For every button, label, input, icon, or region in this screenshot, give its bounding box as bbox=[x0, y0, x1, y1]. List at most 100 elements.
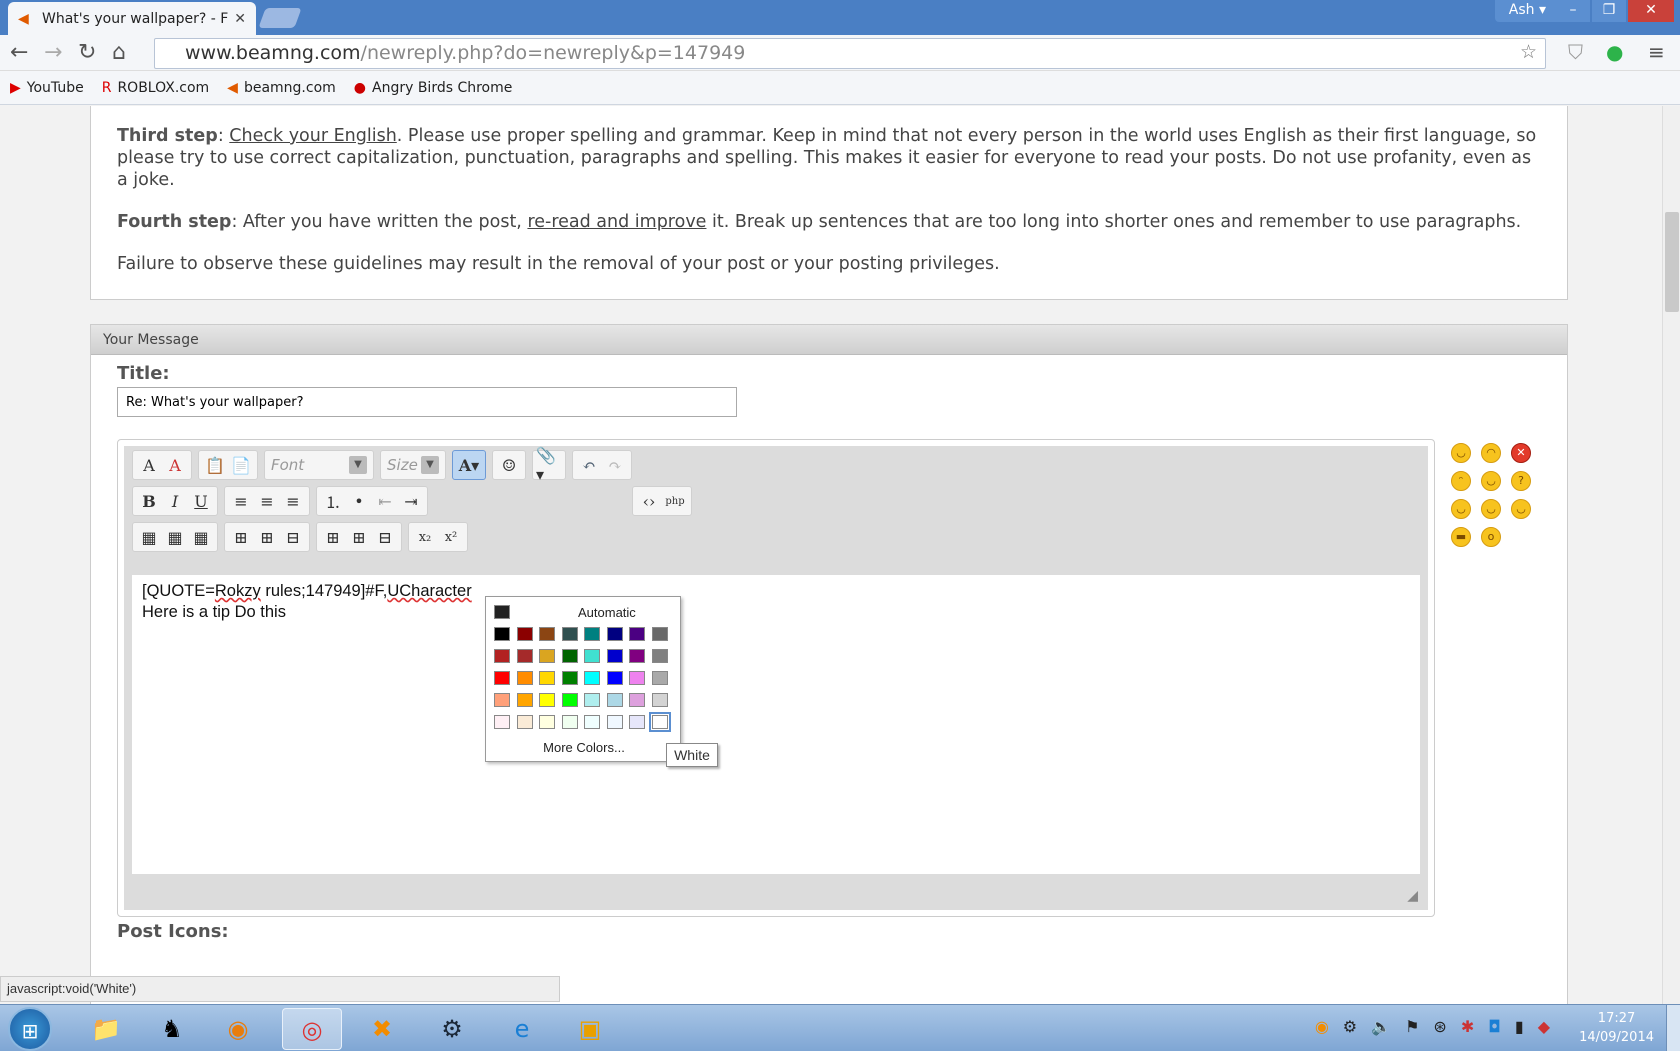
color-swatch[interactable] bbox=[629, 715, 645, 729]
color-swatch[interactable] bbox=[494, 649, 510, 663]
align-center-icon[interactable]: ≡ bbox=[254, 489, 280, 513]
network-app-icon[interactable]: ⊛ bbox=[1433, 1017, 1446, 1036]
undo-icon[interactable]: ↶ bbox=[576, 453, 602, 477]
insert-col-left-icon[interactable]: ⊞ bbox=[228, 525, 254, 549]
grin-icon[interactable]: ◡ bbox=[1481, 499, 1501, 519]
color-swatch[interactable] bbox=[516, 627, 533, 641]
color-swatch[interactable] bbox=[494, 693, 510, 707]
resize-grip-icon[interactable]: ◢ bbox=[1407, 888, 1418, 904]
color-swatch[interactable] bbox=[516, 671, 533, 685]
address-bar[interactable]: www.beamng.com/newreply.php?do=newreply&… bbox=[154, 38, 1546, 69]
red-tray-icon[interactable]: ✱ bbox=[1461, 1017, 1474, 1036]
color-swatch[interactable] bbox=[584, 693, 600, 707]
bookmark-roblox[interactable]: R ROBLOX.com bbox=[102, 80, 209, 96]
color-swatch[interactable] bbox=[651, 693, 668, 707]
steam-tray-icon[interactable]: ⚙ bbox=[1343, 1017, 1357, 1036]
color-swatch[interactable] bbox=[584, 671, 600, 685]
align-left-icon[interactable]: ≡ bbox=[228, 489, 254, 513]
italic-icon[interactable]: I bbox=[162, 489, 188, 513]
insert-row-below-icon[interactable]: ⊞ bbox=[346, 525, 372, 549]
windows-start-icon[interactable]: ⊞ bbox=[8, 1007, 52, 1051]
green-extension-icon[interactable]: ● bbox=[1606, 40, 1623, 64]
color-swatch[interactable] bbox=[539, 693, 555, 707]
color-swatch[interactable] bbox=[539, 649, 555, 663]
text-color-button[interactable]: A▾ bbox=[452, 450, 486, 480]
subscript-icon[interactable]: x₂ bbox=[412, 525, 438, 549]
color-swatch[interactable] bbox=[606, 671, 623, 685]
remove-format-icon[interactable]: A bbox=[136, 453, 162, 477]
menu-icon[interactable]: ≡ bbox=[1648, 40, 1665, 64]
insert-row-above-icon[interactable]: ⊞ bbox=[320, 525, 346, 549]
volume-icon[interactable]: 🔈 bbox=[1371, 1017, 1391, 1036]
font-dropdown[interactable]: Font ▼ bbox=[264, 450, 374, 480]
color-swatch[interactable] bbox=[539, 627, 555, 641]
home-icon[interactable]: ⌂ bbox=[112, 40, 126, 65]
close-tab-icon[interactable]: ✕ bbox=[234, 11, 246, 27]
color-swatch[interactable] bbox=[651, 627, 668, 641]
blender-icon[interactable]: ◉ bbox=[208, 1008, 268, 1050]
security-tray-icon[interactable]: ◆ bbox=[1538, 1017, 1550, 1036]
reread-improve-link[interactable]: re-read and improve bbox=[527, 212, 706, 232]
redo-icon[interactable]: ↷ bbox=[602, 453, 628, 477]
color-swatch[interactable] bbox=[516, 693, 533, 707]
internet-explorer-icon[interactable]: e bbox=[492, 1008, 552, 1050]
eek-icon[interactable]: o bbox=[1481, 527, 1501, 547]
color-swatch[interactable] bbox=[629, 627, 645, 641]
color-swatch[interactable] bbox=[606, 649, 623, 663]
wink-icon[interactable]: ◡ bbox=[1481, 471, 1501, 491]
color-swatch[interactable] bbox=[561, 671, 578, 685]
underline-icon[interactable]: U bbox=[188, 489, 214, 513]
color-swatch[interactable] bbox=[651, 649, 668, 663]
color-swatch[interactable] bbox=[561, 627, 578, 641]
rolleyes-icon[interactable]: ◡ bbox=[1511, 499, 1531, 519]
explorer-icon[interactable]: 📁 bbox=[76, 1008, 136, 1050]
size-dropdown[interactable]: Size ▼ bbox=[380, 450, 446, 480]
confused-icon[interactable]: ? bbox=[1511, 471, 1531, 491]
media-app-icon[interactable]: ▣ bbox=[560, 1008, 620, 1050]
color-swatch[interactable] bbox=[629, 649, 645, 663]
forward-icon[interactable]: → bbox=[44, 40, 62, 65]
color-swatch[interactable] bbox=[539, 715, 555, 729]
color-swatch[interactable] bbox=[606, 693, 623, 707]
biggrin-icon[interactable]: ◡ bbox=[1451, 499, 1471, 519]
color-swatch[interactable] bbox=[494, 627, 510, 641]
frown-icon[interactable]: ◠ bbox=[1481, 443, 1501, 463]
automatic-color-option[interactable]: Automatic bbox=[494, 605, 684, 623]
avast-icon[interactable]: ◉ bbox=[1315, 1017, 1329, 1036]
color-swatch[interactable] bbox=[584, 627, 600, 641]
orange-app-icon[interactable]: ✖ bbox=[352, 1008, 412, 1050]
new-tab-button[interactable] bbox=[258, 8, 302, 28]
color-swatch[interactable] bbox=[494, 715, 510, 729]
insert-col-right-icon[interactable]: ⊞ bbox=[254, 525, 280, 549]
blue-tray-icon[interactable]: ◘ bbox=[1488, 1017, 1501, 1036]
steam-icon[interactable]: ⚙ bbox=[422, 1008, 482, 1050]
smile-icon[interactable]: ◡ bbox=[1451, 443, 1471, 463]
clear-format-icon[interactable]: A bbox=[162, 453, 188, 477]
delete-row-icon[interactable]: ⊟ bbox=[372, 525, 398, 549]
shield-extension-icon[interactable]: ⛉ bbox=[1568, 40, 1583, 64]
attachment-icon[interactable]: 📎▾ bbox=[536, 446, 562, 484]
title-input[interactable] bbox=[117, 387, 737, 417]
color-swatch[interactable] bbox=[561, 715, 578, 729]
color-swatch[interactable] bbox=[584, 649, 600, 663]
color-swatch[interactable] bbox=[584, 715, 600, 729]
indent-icon[interactable]: ⇥ bbox=[398, 489, 424, 513]
flag-icon[interactable]: ⚑ bbox=[1405, 1017, 1419, 1036]
ordered-list-icon[interactable]: ⒈ bbox=[320, 489, 346, 513]
outdent-icon[interactable]: ⇤ bbox=[372, 489, 398, 513]
color-swatch[interactable] bbox=[606, 627, 623, 641]
color-swatch[interactable] bbox=[648, 712, 671, 732]
delete-table-icon[interactable]: ▦ bbox=[188, 525, 214, 549]
smiley-icon[interactable]: ☺ bbox=[496, 453, 522, 477]
tongue-icon[interactable]: ᵔ bbox=[1451, 471, 1471, 491]
browser-tab[interactable]: ◀ What's your wallpaper? - F ✕ bbox=[8, 2, 256, 35]
reload-icon[interactable]: ↻ bbox=[78, 40, 96, 65]
scrollbar-thumb[interactable] bbox=[1665, 212, 1679, 312]
php-icon[interactable]: php bbox=[662, 489, 688, 513]
minimize-button[interactable]: – bbox=[1556, 0, 1590, 22]
bookmark-youtube[interactable]: ▶ YouTube bbox=[10, 80, 84, 96]
cool-icon[interactable]: ▬ bbox=[1451, 527, 1471, 547]
color-swatch[interactable] bbox=[606, 715, 623, 729]
delete-col-icon[interactable]: ⊟ bbox=[280, 525, 306, 549]
chess-icon[interactable]: ♞ bbox=[142, 1008, 202, 1050]
